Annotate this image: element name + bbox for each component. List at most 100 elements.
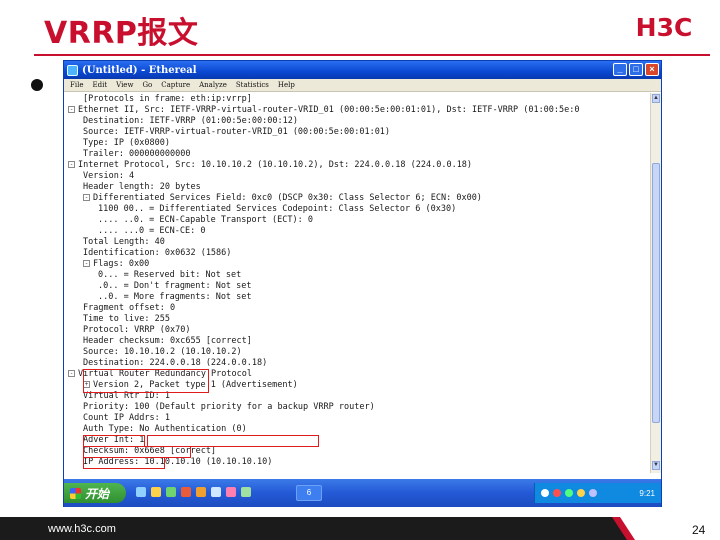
menu-bar: File Edit View Go Capture Analyze Statis… — [64, 79, 661, 92]
ttl-protocol-highlight — [83, 369, 209, 393]
collapse-icon[interactable]: - — [68, 161, 75, 168]
tree-row[interactable]: - Internet Protocol, Src: 10.10.10.2 (10.… — [68, 160, 472, 171]
taskbar-clock: 9:21 — [639, 488, 655, 498]
tree-row[interactable]: - Differentiated Services Field: 0xc0 (DS… — [83, 193, 482, 204]
tree-row[interactable]: Source: IETF-VRRP-virtual-router-VRID_01… — [83, 127, 390, 138]
tree-row[interactable]: Count IP Addrs: 1 — [83, 413, 170, 424]
tree-row[interactable]: Protocol: VRRP (0x70) — [83, 325, 190, 336]
menu-view[interactable]: View — [116, 81, 133, 89]
tree-row[interactable]: Header length: 20 bytes — [83, 182, 201, 193]
tree-row[interactable]: .0.. = Don't fragment: Not set — [98, 281, 252, 292]
start-button[interactable]: 开始 — [64, 483, 126, 503]
vertical-scrollbar[interactable]: ▲ ▼ — [650, 93, 661, 473]
taskbar: 开始 6 9:21 — [64, 479, 661, 507]
tree-row[interactable]: Version: 4 — [83, 171, 134, 182]
tree-row[interactable]: Auth Type: No Authentication (0) — [83, 424, 247, 435]
app-icon-1[interactable] — [166, 487, 176, 497]
tree-row-text: [Protocols in frame: eth:ip:vrrp] — [83, 94, 252, 104]
tree-row[interactable]: Type: IP (0x0800) — [83, 138, 170, 149]
tree-row-text: Trailer: 000000000000 — [83, 149, 191, 159]
tree-row[interactable]: Total Length: 40 — [83, 237, 165, 248]
tree-row-text: Total Length: 40 — [83, 237, 165, 247]
menu-file[interactable]: File — [70, 81, 83, 89]
folder-icon[interactable] — [151, 487, 161, 497]
desktop-icon[interactable] — [136, 487, 146, 497]
tree-row[interactable]: .... ...0 = ECN-CE: 0 — [98, 226, 205, 237]
tree-row-text: 1100 00.. = Differentiated Services Code… — [98, 204, 457, 214]
tree-row[interactable]: - Ethernet II, Src: IETF-VRRP-virtual-rou… — [68, 105, 580, 116]
tree-row[interactable]: Priority: 100 (Default priority for a ba… — [83, 402, 375, 413]
tree-row[interactable]: .... ..0. = ECN-Capable Transport (ECT):… — [98, 215, 313, 226]
close-icon[interactable]: × — [645, 63, 659, 76]
window-controls: _ □ × — [613, 63, 659, 76]
tree-row[interactable]: Time to live: 255 — [83, 314, 170, 325]
tree-row[interactable]: Trailer: 000000000000 — [83, 149, 190, 160]
packet-details-tree[interactable]: IP Address: 10.10.10.10 (10.10.10.10) Che… — [64, 93, 650, 473]
tree-row-text: Destination: IETF-VRRP (01:00:5e:00:00:1… — [83, 116, 298, 126]
menu-analyze[interactable]: Analyze — [199, 81, 227, 89]
collapse-icon[interactable]: - — [83, 260, 90, 267]
scroll-up-icon[interactable]: ▲ — [652, 94, 660, 103]
app-icon-6[interactable] — [241, 487, 251, 497]
slide-title: VRRP报文 — [44, 16, 199, 51]
collapse-icon[interactable]: - — [68, 370, 75, 377]
scroll-thumb[interactable] — [652, 163, 660, 423]
tree-row-text: Version: 4 — [83, 171, 135, 181]
tree-row[interactable]: Header checksum: 0xc655 [correct] — [83, 336, 252, 347]
minimize-icon[interactable]: _ — [613, 63, 627, 76]
tray-icon-4[interactable] — [577, 489, 585, 497]
system-tray: 9:21 — [534, 483, 661, 503]
tree-row[interactable]: Identification: 0x0632 (1586) — [83, 248, 231, 259]
priority-highlight — [83, 457, 165, 469]
tree-row[interactable]: Destination: IETF-VRRP (01:00:5e:00:00:1… — [83, 116, 298, 127]
collapse-icon[interactable]: - — [83, 194, 90, 201]
tree-row-text: Auth Type: No Authentication (0) — [83, 424, 247, 434]
page-number: 24 — [692, 523, 706, 537]
maximize-icon[interactable]: □ — [629, 63, 643, 76]
menu-help[interactable]: Help — [278, 81, 295, 89]
app-icon-4[interactable] — [211, 487, 221, 497]
window-title: (Untitled) - Ethereal — [82, 64, 197, 76]
tree-row[interactable]: Fragment offset: 0 — [83, 303, 175, 314]
tree-row-text: Header length: 20 bytes — [83, 182, 201, 192]
app-icon-2[interactable] — [181, 487, 191, 497]
collapse-icon[interactable]: - — [68, 106, 75, 113]
taskbar-window-button[interactable]: 6 — [296, 485, 322, 501]
window-titlebar[interactable]: (Untitled) - Ethereal _ □ × — [64, 61, 661, 79]
tree-row-text: Type: IP (0x0800) — [83, 138, 170, 148]
tree-row[interactable]: 0... = Reserved bit: Not set — [98, 270, 241, 281]
tree-row[interactable]: ..0. = More fragments: Not set — [98, 292, 252, 303]
tree-row-text: ..0. = More fragments: Not set — [98, 292, 252, 302]
start-label: 开始 — [85, 486, 110, 501]
tree-row[interactable]: [Protocols in frame: eth:ip:vrrp] — [83, 94, 252, 105]
title-divider — [34, 54, 710, 56]
tree-row-text: Ethernet II, Src: IETF-VRRP-virtual-rout… — [78, 105, 580, 115]
tree-row-text: Count IP Addrs: 1 — [83, 413, 170, 423]
tree-row[interactable]: - Flags: 0x00 — [83, 259, 149, 270]
menu-edit[interactable]: Edit — [92, 81, 107, 89]
windows-logo-icon — [70, 487, 81, 499]
h3c-logo: H3C — [636, 13, 693, 42]
menu-capture[interactable]: Capture — [161, 81, 190, 89]
h3c-logo-text: H3C — [636, 13, 693, 42]
footer-url[interactable]: www.h3c.com — [48, 523, 116, 535]
tree-row[interactable]: Destination: 224.0.0.18 (224.0.0.18) — [83, 358, 267, 369]
tree-row[interactable]: 1100 00.. = Differentiated Services Code… — [98, 204, 456, 215]
app-icon-3[interactable] — [196, 487, 206, 497]
tree-row-text: Protocol: VRRP (0x70) — [83, 325, 191, 335]
tree-row-text: Header checksum: 0xc655 [correct] — [83, 336, 252, 346]
tree-row[interactable]: Source: 10.10.10.2 (10.10.10.2) — [83, 347, 242, 358]
tree-row-text: Time to live: 255 — [83, 314, 170, 324]
tree-row-text: Identification: 0x0632 (1586) — [83, 248, 232, 258]
tray-icon-1[interactable] — [541, 489, 549, 497]
tree-row-text: Internet Protocol, Src: 10.10.10.2 (10.1… — [78, 160, 473, 170]
tray-icon-5[interactable] — [589, 489, 597, 497]
tray-icon-3[interactable] — [565, 489, 573, 497]
menu-go[interactable]: Go — [142, 81, 152, 89]
tree-row-text: .... ..0. = ECN-Capable Transport (ECT):… — [98, 215, 313, 225]
scroll-down-icon[interactable]: ▼ — [652, 461, 660, 470]
menu-statistics[interactable]: Statistics — [236, 81, 269, 89]
bullet-icon — [31, 79, 43, 91]
app-icon-5[interactable] — [226, 487, 236, 497]
tray-icon-2[interactable] — [553, 489, 561, 497]
